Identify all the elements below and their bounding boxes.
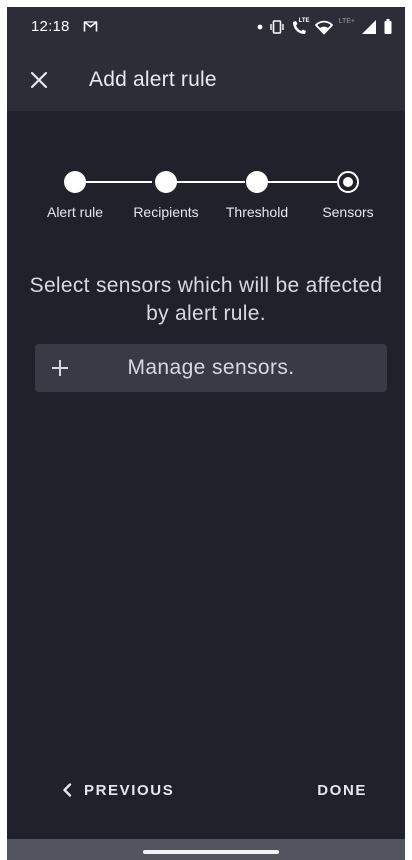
stepper: Alert rule Recipients Threshold Sensors xyxy=(7,167,405,227)
chevron-left-icon xyxy=(63,783,72,797)
step-label-alert-rule: Alert rule xyxy=(46,204,104,220)
close-icon xyxy=(30,71,48,89)
done-label: DONE xyxy=(317,781,367,799)
home-gesture-handle[interactable] xyxy=(143,850,279,854)
system-nav-bar xyxy=(7,839,405,860)
status-bar: 12:18 LTE LTE+ xyxy=(7,7,405,48)
step-threshold-dot[interactable] xyxy=(246,171,268,193)
step-label-recipients: Recipients xyxy=(133,204,199,220)
done-button[interactable]: DONE xyxy=(317,777,367,803)
instruction-text: Select sensors which will be affected by… xyxy=(29,274,383,325)
lte-plus-icon: LTE+ xyxy=(338,18,355,25)
lte-call-icon: LTE xyxy=(291,17,309,37)
step-label-threshold: Threshold xyxy=(225,204,289,220)
status-icons: LTE LTE+ xyxy=(257,17,393,37)
app-bar: Add alert rule xyxy=(7,48,405,111)
close-button[interactable] xyxy=(25,66,53,94)
manage-sensors-button[interactable]: Manage sensors. xyxy=(35,344,387,392)
page-title: Add alert rule xyxy=(89,68,217,91)
manage-sensors-label: Manage sensors. xyxy=(127,356,295,379)
step-connector xyxy=(84,181,152,183)
step-alert-rule-dot[interactable] xyxy=(64,171,86,193)
lte-call-text: LTE xyxy=(298,18,310,24)
previous-label: PREVIOUS xyxy=(84,781,175,799)
gmail-icon xyxy=(83,21,98,32)
phone-screen: 12:18 LTE LTE+ Add alert rule Alert rule… xyxy=(7,7,405,860)
notification-dot-icon xyxy=(257,24,262,30)
step-label-sensors: Sensors xyxy=(322,204,374,220)
previous-button[interactable]: PREVIOUS xyxy=(62,777,174,803)
step-connector xyxy=(176,181,245,183)
step-recipients-dot[interactable] xyxy=(155,171,177,193)
status-time: 12:18 xyxy=(31,18,70,35)
signal-icon xyxy=(362,20,376,34)
step-sensors-dot[interactable] xyxy=(337,171,359,193)
battery-icon xyxy=(384,19,392,34)
wifi-icon xyxy=(314,20,333,35)
step-connector xyxy=(267,181,337,183)
vibrate-icon xyxy=(269,20,284,34)
